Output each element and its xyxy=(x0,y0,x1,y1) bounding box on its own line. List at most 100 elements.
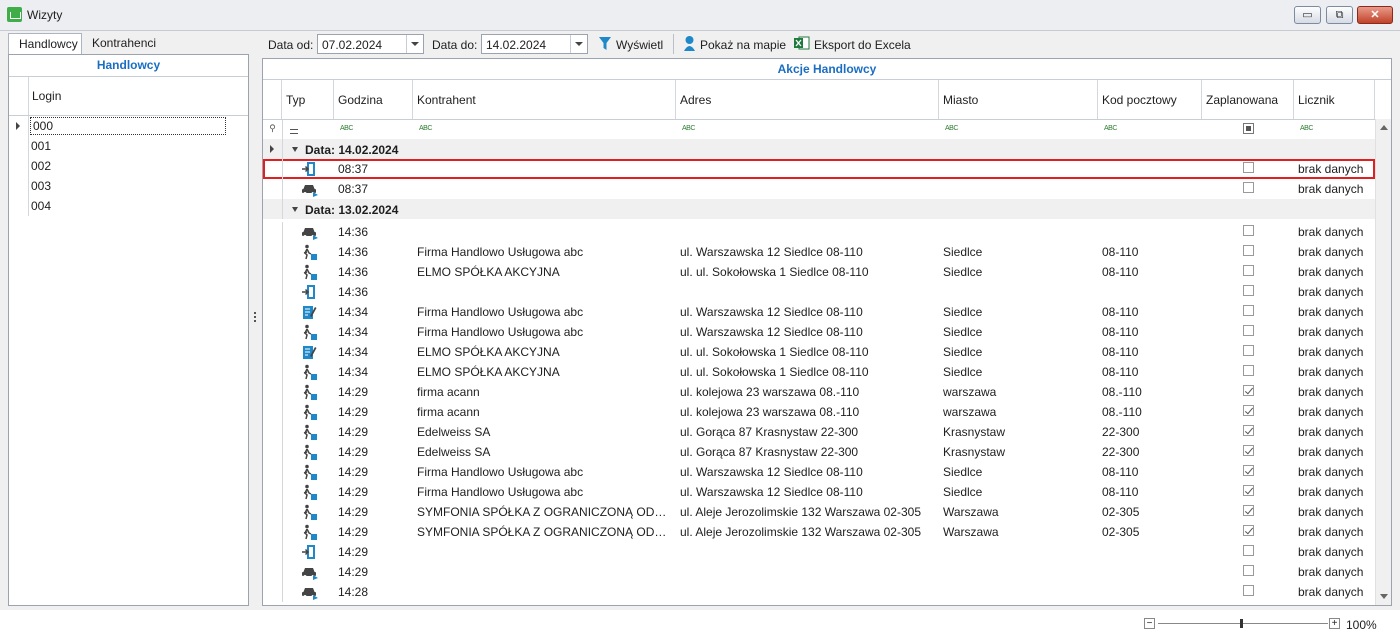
column-header-miasto[interactable]: Miasto xyxy=(939,80,1098,119)
action-row[interactable]: 14:29 Firma Handlowo Usługowa abc ul. Wars… xyxy=(263,462,1375,482)
action-row[interactable]: 14:36 brak danych xyxy=(263,222,1375,242)
close-button[interactable]: ✕ xyxy=(1357,6,1393,24)
planned-checkbox[interactable] xyxy=(1243,225,1254,236)
action-row[interactable]: 08:37 brak danych xyxy=(263,159,1375,179)
column-label-zaplanowana: Zaplanowana xyxy=(1206,93,1279,107)
action-row[interactable]: 14:29 brak danych xyxy=(263,562,1375,582)
show-on-map-button[interactable]: Pokaż na mapie xyxy=(682,34,790,54)
action-row[interactable]: 14:29 firma acann ul. kolejowa 23 warszawa… xyxy=(263,402,1375,422)
date-to-picker[interactable]: 14.02.2024 xyxy=(481,34,588,54)
action-row[interactable]: 14:36 ELMO SPÓŁKA AKCYJNA ul. ul. Sokołows… xyxy=(263,262,1375,282)
date-from-picker[interactable]: 07.02.2024 xyxy=(317,34,424,54)
zoom-in-button[interactable]: + xyxy=(1329,618,1340,629)
grid-body: Data: 14.02.2024 08:37 brak danych 08:37 bra… xyxy=(263,139,1375,605)
planned-checkbox[interactable] xyxy=(1243,285,1254,296)
tab-kontrahenci[interactable]: Kontrahenci xyxy=(82,33,166,54)
planned-checkbox[interactable] xyxy=(1243,162,1254,173)
planned-checkbox[interactable] xyxy=(1243,505,1254,516)
planned-checkbox[interactable] xyxy=(1243,525,1254,536)
action-row[interactable]: 14:29 Edelweiss SA ul. Gorąca 87 Krasnysta… xyxy=(263,442,1375,462)
collapse-group-icon[interactable] xyxy=(292,147,298,152)
action-row[interactable]: 14:34 Firma Handlowo Usługowa abc ul. Wars… xyxy=(263,302,1375,322)
action-row[interactable]: 08:37 brak danych xyxy=(263,179,1375,199)
salesman-row[interactable]: 002 xyxy=(9,156,248,176)
restore-button[interactable]: ⧉ xyxy=(1326,6,1353,24)
action-row[interactable]: 14:34 ELMO SPÓŁKA AKCYJNA ul. ul. Sokołows… xyxy=(263,342,1375,362)
planned-checkbox[interactable] xyxy=(1243,585,1254,596)
filter-kontrahent-abc-icon[interactable]: ABC xyxy=(419,125,432,132)
date-from-value[interactable]: 07.02.2024 xyxy=(322,38,382,52)
action-row[interactable]: 14:36 brak danych xyxy=(263,282,1375,302)
planned-checkbox[interactable] xyxy=(1243,325,1254,336)
row-indicator xyxy=(263,342,283,362)
planned-checkbox[interactable] xyxy=(1243,445,1254,456)
planned-checkbox[interactable] xyxy=(1243,245,1254,256)
planned-checkbox[interactable] xyxy=(1243,545,1254,556)
tab-handlowcy[interactable]: Handlowcy xyxy=(8,33,82,54)
cell-adres: ul. Gorąca 87 Krasnystaw 22-300 xyxy=(680,425,859,439)
planned-checkbox[interactable] xyxy=(1243,405,1254,416)
login-column-header[interactable]: Login xyxy=(9,77,248,116)
action-row[interactable]: 14:34 Firma Handlowo Usługowa abc ul. Wars… xyxy=(263,322,1375,342)
planned-checkbox[interactable] xyxy=(1243,182,1254,193)
filter-kod-abc-icon[interactable]: ABC xyxy=(1104,125,1117,132)
minimize-button[interactable]: ▭ xyxy=(1294,6,1321,24)
action-row[interactable]: 14:34 ELMO SPÓŁKA AKCYJNA ul. ul. Sokołows… xyxy=(263,362,1375,382)
filter-licznik-abc-icon[interactable]: ABC xyxy=(1300,125,1313,132)
walk-icon xyxy=(301,324,317,340)
action-row[interactable]: 14:36 Firma Handlowo Usługowa abc ul. Wars… xyxy=(263,242,1375,262)
grid-vertical-scrollbar[interactable] xyxy=(1375,119,1391,605)
filter-godzina-abc-icon[interactable]: ABC xyxy=(340,125,353,132)
cell-kod-pocztowy: 08.-110 xyxy=(1102,385,1142,399)
planned-checkbox[interactable] xyxy=(1243,465,1254,476)
zoom-slider-track[interactable] xyxy=(1158,623,1328,624)
planned-checkbox[interactable] xyxy=(1243,485,1254,496)
filter-miasto-abc-icon[interactable]: ABC xyxy=(945,125,958,132)
action-row[interactable]: 14:29 Firma Handlowo Usługowa abc ul. Wars… xyxy=(263,482,1375,502)
column-header-zaplanowana[interactable]: Zaplanowana xyxy=(1202,80,1294,119)
action-row[interactable]: 14:29 SYMFONIA SPÓŁKA Z OGRANICZONĄ ODPOW… xyxy=(263,502,1375,522)
planned-checkbox[interactable] xyxy=(1243,385,1254,396)
cell-godzina: 14:34 xyxy=(338,345,369,359)
planned-checkbox[interactable] xyxy=(1243,345,1254,356)
salesman-row[interactable]: 001 xyxy=(9,136,248,156)
planned-checkbox[interactable] xyxy=(1243,365,1254,376)
date-from-dropdown-icon[interactable] xyxy=(406,35,423,53)
group-row[interactable]: Data: 13.02.2024 xyxy=(263,199,1375,219)
date-to-value[interactable]: 14.02.2024 xyxy=(486,38,546,52)
scroll-up-arrow-icon[interactable] xyxy=(1380,125,1388,130)
panel-splitter[interactable] xyxy=(254,312,257,326)
filter-adres-abc-icon[interactable]: ABC xyxy=(682,125,695,132)
column-header-kontrahent[interactable]: Kontrahent xyxy=(413,80,676,119)
walk-icon xyxy=(301,244,317,260)
action-row[interactable]: 14:29 Edelweiss SA ul. Gorąca 87 Krasnysta… xyxy=(263,422,1375,442)
planned-checkbox[interactable] xyxy=(1243,425,1254,436)
zoom-out-button[interactable]: − xyxy=(1144,618,1155,629)
planned-checkbox[interactable] xyxy=(1243,305,1254,316)
planned-checkbox[interactable] xyxy=(1243,565,1254,576)
action-row[interactable]: 14:28 brak danych xyxy=(263,582,1375,602)
salesman-row[interactable]: 003 xyxy=(9,176,248,196)
column-header-adres[interactable]: Adres xyxy=(676,80,939,119)
cell-kontrahent: Firma Handlowo Usługowa abc xyxy=(417,245,584,259)
zoom-slider-thumb[interactable] xyxy=(1240,619,1243,628)
date-to-dropdown-icon[interactable] xyxy=(570,35,587,53)
export-excel-button[interactable]: Eksport do Excela xyxy=(794,34,911,54)
group-row[interactable]: Data: 14.02.2024 xyxy=(263,139,1375,159)
show-button[interactable]: Wyświetl xyxy=(598,34,668,54)
action-row[interactable]: 14:29 SYMFONIA SPÓŁKA Z OGRANICZONĄ ODPOW… xyxy=(263,522,1375,542)
salesman-row[interactable]: 004 xyxy=(9,196,248,216)
column-header-typ[interactable]: Typ xyxy=(282,80,334,119)
action-row[interactable]: 14:29 brak danych xyxy=(263,542,1375,562)
collapse-group-icon[interactable] xyxy=(292,207,298,212)
filter-zaplanowana-checkbox[interactable] xyxy=(1243,123,1254,134)
action-row[interactable]: 14:29 firma acann ul. kolejowa 23 warszawa… xyxy=(263,382,1375,402)
column-header-kod-pocztowy[interactable]: Kod pocztowy xyxy=(1098,80,1202,119)
column-header-licznik[interactable]: Licznik xyxy=(1294,80,1375,119)
planned-checkbox[interactable] xyxy=(1243,265,1254,276)
salesmen-panel: Handlowcy Login 000 001 002 003 004 xyxy=(8,54,249,606)
salesman-row[interactable]: 000 xyxy=(9,116,248,136)
filter-typ-equals-icon[interactable] xyxy=(290,129,298,134)
column-header-godzina[interactable]: Godzina xyxy=(334,80,413,119)
scroll-down-arrow-icon[interactable] xyxy=(1380,594,1388,599)
